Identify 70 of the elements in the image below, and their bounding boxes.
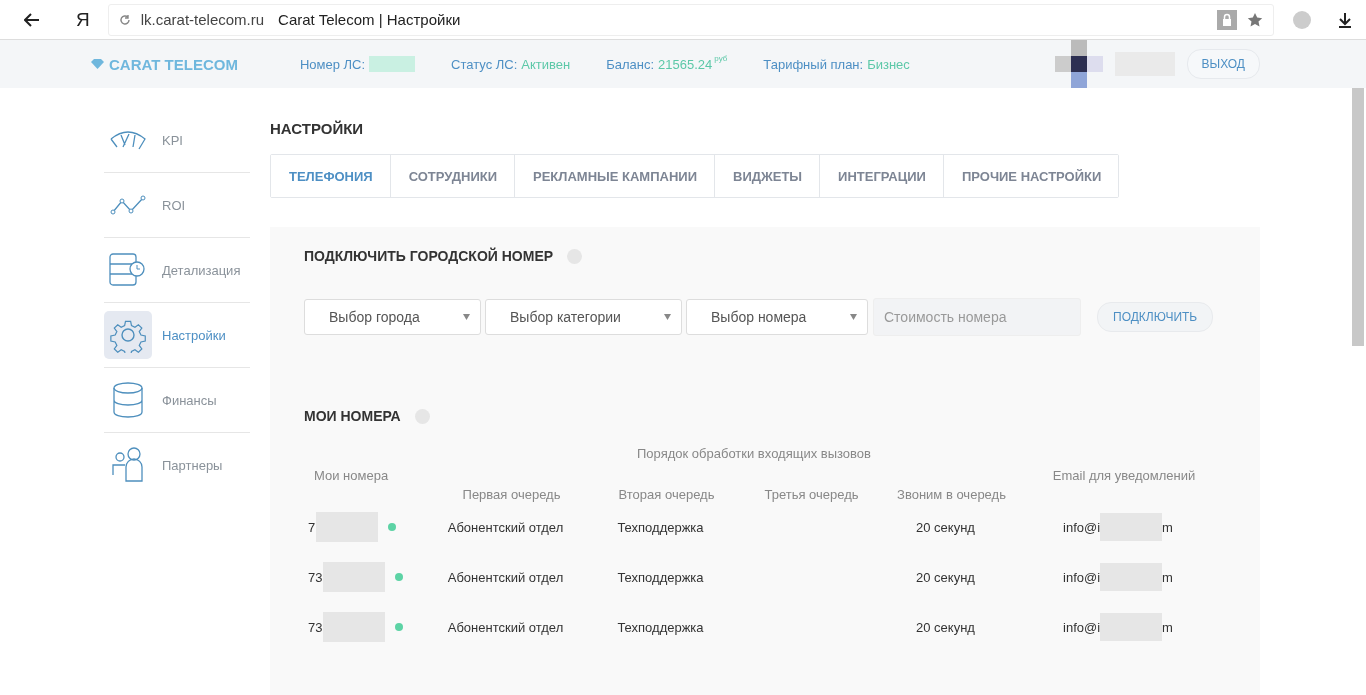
table-cell-text: Абонентский отдел xyxy=(446,619,565,635)
phone-number-start: 73 xyxy=(308,619,323,635)
back-icon[interactable] xyxy=(24,12,40,27)
email-end: m xyxy=(1162,519,1173,535)
sidebar-item[interactable]: Детализация xyxy=(104,238,250,303)
browser-logo[interactable]: Я xyxy=(76,8,90,31)
currency-unit: руб xyxy=(714,54,728,63)
balance-value: 21565.24 xyxy=(658,56,713,72)
email-end: m xyxy=(1162,569,1173,585)
star-icon[interactable] xyxy=(1247,11,1263,28)
plan-value: Бизнес xyxy=(867,56,910,72)
caret-icon xyxy=(850,314,857,320)
table-cell-text: 20 секунд xyxy=(915,619,976,635)
sidebar-item[interactable]: Партнеры xyxy=(104,433,250,497)
gauge-icon xyxy=(109,129,147,151)
section-title: ПОДКЛЮЧИТЬ ГОРОДСКОЙ НОМЕР xyxy=(304,248,554,264)
caret-icon xyxy=(463,314,470,320)
column-header: Первая очередь xyxy=(461,487,562,502)
status-label: Статус ЛС: xyxy=(451,56,518,72)
column-group-header: Порядок обработки входящих вызовов xyxy=(637,446,871,461)
dropdown-select[interactable]: Выбор города xyxy=(304,299,481,335)
sidebar-item[interactable]: ROI xyxy=(104,173,250,238)
column-header: Вторая очередь xyxy=(617,487,716,502)
column-header: Звоним в очередь xyxy=(896,487,1007,502)
logout-button[interactable]: ВЫХОД xyxy=(1186,49,1260,79)
scrollbar[interactable] xyxy=(1352,88,1364,346)
profile-icon[interactable] xyxy=(1292,9,1312,30)
page-title-text: Carat Telecom | Настройки xyxy=(278,11,461,28)
line-chart-icon xyxy=(110,195,146,215)
lock-icon[interactable] xyxy=(1217,9,1237,30)
dropdown-select[interactable]: Выбор номера xyxy=(686,299,868,335)
table-cell-text: Абонентский отдел xyxy=(446,569,565,585)
phone-number-start: 7 xyxy=(308,519,316,535)
column-header: Третья очередь xyxy=(763,487,860,502)
table-cell-text: Техподдержка xyxy=(616,519,705,535)
column-header: Мои номера xyxy=(313,467,390,483)
table-cell-text: Техподдержка xyxy=(616,569,705,585)
download-icon[interactable] xyxy=(1338,11,1352,28)
connect-button[interactable]: ПОДКЛЮЧИТЬ xyxy=(1097,302,1214,332)
address-bar[interactable]: lk.carat-telecom.ru Carat Telecom | Настройки xyxy=(107,3,1274,36)
people-icon xyxy=(111,447,145,483)
database-icon xyxy=(112,382,144,418)
plan-label: Тарифный план: xyxy=(763,56,864,72)
column-header: Email для уведомлений xyxy=(1051,467,1197,483)
settings-tab[interactable]: ПРОЧИЕ НАСТРОЙКИ xyxy=(942,155,1119,197)
email-start: info@i xyxy=(1063,519,1101,535)
table-cell-text: Техподдержка xyxy=(616,619,705,635)
section-title: МОИ НОМЕРА xyxy=(304,408,401,424)
sidebar-item[interactable]: KPI xyxy=(104,108,250,173)
table-cell-text: 20 секунд xyxy=(915,519,976,535)
sidebar-item[interactable]: Финансы xyxy=(104,368,250,433)
page-heading: НАСТРОЙКИ xyxy=(270,120,365,137)
redacted-account-number xyxy=(369,56,416,72)
balance-label: Баланс: xyxy=(606,56,655,72)
table-clock-icon xyxy=(109,253,147,287)
dropdown-select[interactable]: Выбор категории xyxy=(485,299,682,335)
phone-number-start: 73 xyxy=(308,569,323,585)
caret-icon xyxy=(664,314,671,320)
price-field[interactable]: Стоимость номера xyxy=(873,298,1081,336)
sidebar-item[interactable]: Настройки xyxy=(104,303,250,368)
email-start: info@i xyxy=(1063,619,1101,635)
table-cell-text: Абонентский отдел xyxy=(446,519,565,535)
account-label: Номер ЛС: xyxy=(299,56,366,72)
url-text: lk.carat-telecom.ru xyxy=(140,11,265,28)
brand-logo[interactable]: CARAT TELECOM xyxy=(90,55,238,73)
reload-icon[interactable] xyxy=(118,13,131,26)
email-end: m xyxy=(1162,619,1173,635)
status-value: Активен xyxy=(521,56,571,72)
email-start: info@i xyxy=(1063,569,1101,585)
table-cell-text: 20 секунд xyxy=(915,569,976,585)
